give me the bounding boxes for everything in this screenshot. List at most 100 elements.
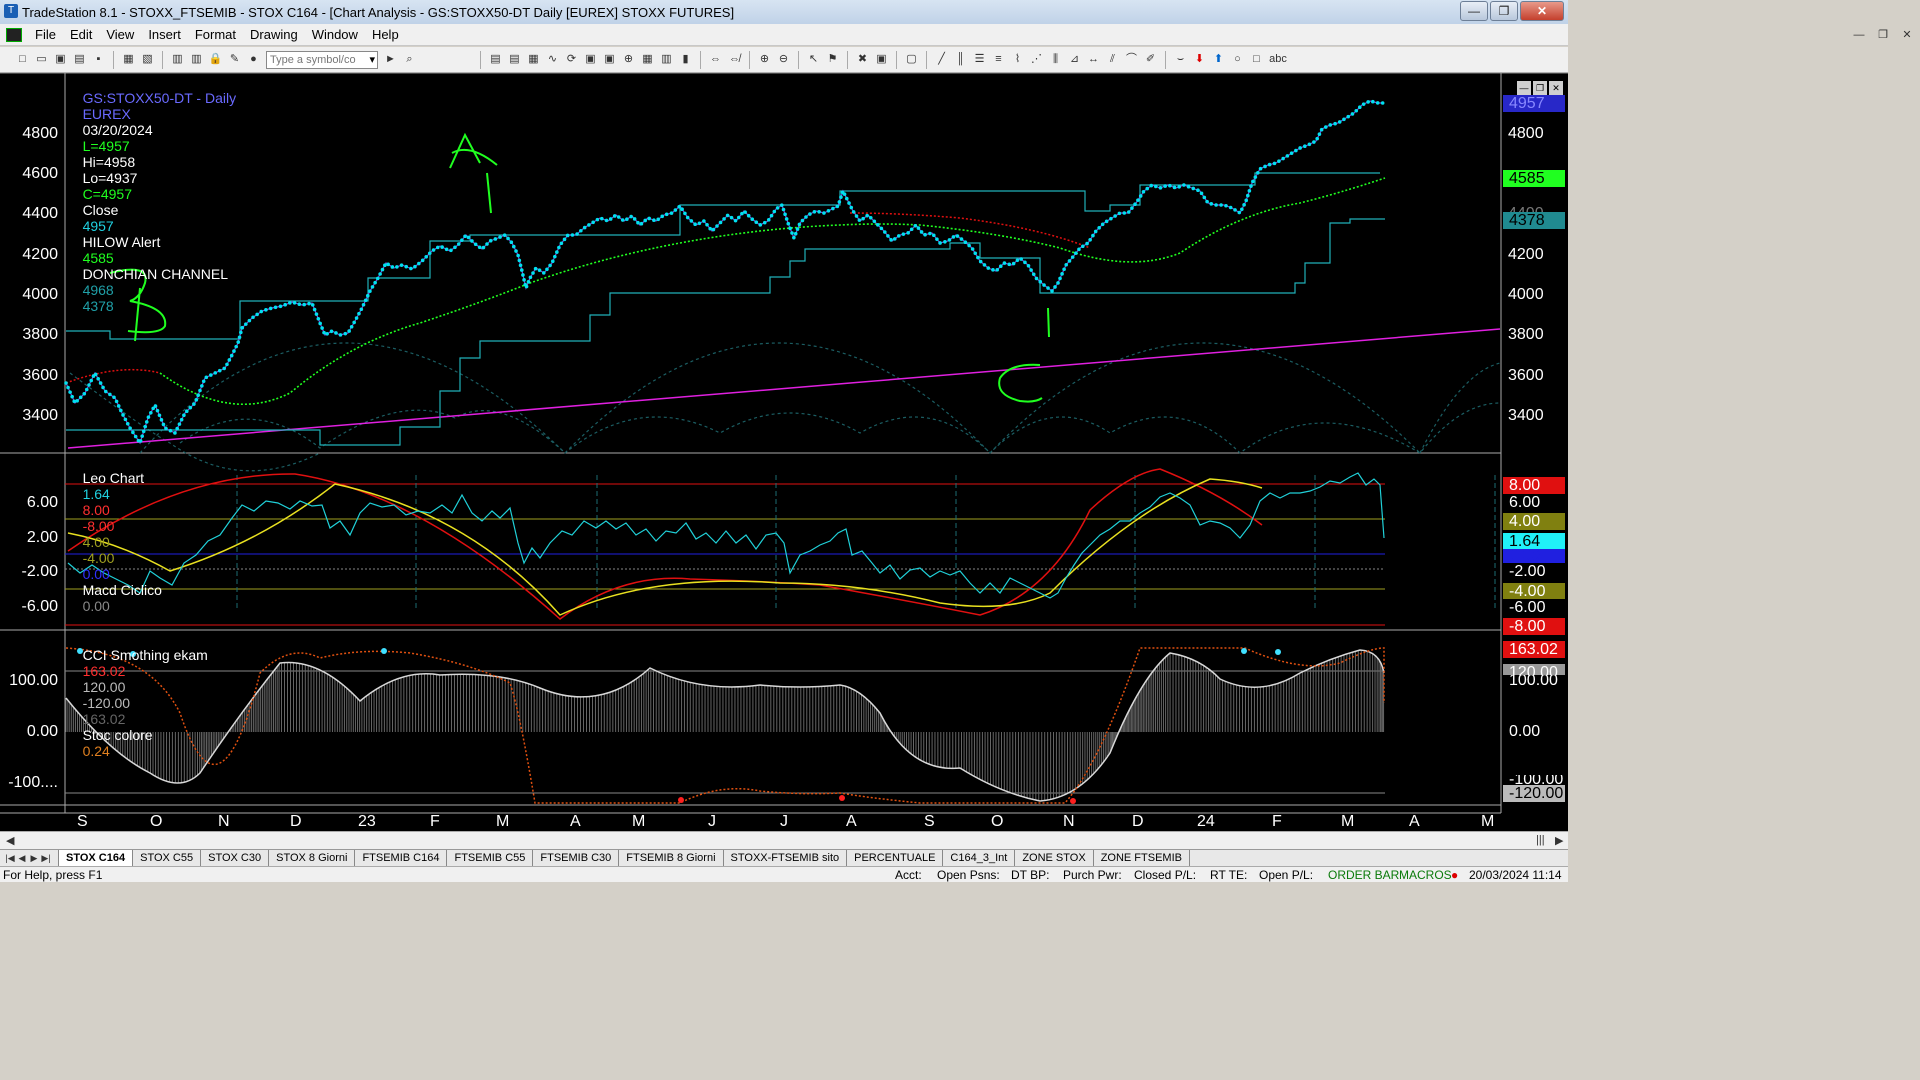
flag-icon[interactable]: ⚑ <box>824 51 841 68</box>
down-arrow-icon[interactable]: ⬇ <box>1191 51 1208 68</box>
up-arrow-icon[interactable]: ⬆ <box>1210 51 1227 68</box>
scroll-thumb[interactable]: ||| <box>1536 834 1545 846</box>
pen-icon[interactable]: ✐ <box>1142 51 1159 68</box>
drawing-icon[interactable]: ✎ <box>226 51 243 68</box>
macd-red-wave <box>67 468 1263 620</box>
format-icon[interactable]: ▤ <box>506 51 523 68</box>
minimize-button[interactable]: — <box>1460 1 1488 21</box>
pointer-icon[interactable]: ↖ <box>805 51 822 68</box>
tab-stoxx-ftsemib-sito[interactable]: STOXX-FTSEMIB sito <box>724 850 848 866</box>
channel-icon[interactable]: ≡ <box>990 51 1007 68</box>
curve-icon[interactable]: ⌣ <box>1172 51 1189 68</box>
maximize-button[interactable]: ❐ <box>1490 1 1518 21</box>
paste-icon[interactable]: ▤ <box>71 51 88 68</box>
lock-icon[interactable]: 🔒 <box>207 51 224 68</box>
menu-help[interactable]: Help <box>365 27 406 42</box>
menu-drawing[interactable]: Drawing <box>243 27 305 42</box>
matrix-icon[interactable]: ▥ <box>658 51 675 68</box>
tab-first-icon[interactable]: |◀ <box>4 853 16 864</box>
tab-stox-8-giorni[interactable]: STOX 8 Giorni <box>269 850 356 866</box>
mdi-restore-button[interactable]: ❐ <box>1874 27 1892 43</box>
tab-ftsemib-c55[interactable]: FTSEMIB C55 <box>447 850 534 866</box>
bars-icon[interactable]: ▮ <box>677 51 694 68</box>
chart-area[interactable]: GS:STOXX50-DT - Daily EUREX 03/20/2024 L… <box>0 73 1568 850</box>
tab-stox-c164[interactable]: STOX C164 <box>58 850 134 866</box>
workspace-icon[interactable]: ▥ <box>188 51 205 68</box>
print-icon[interactable]: ▦ <box>120 51 137 68</box>
tab-ftsemib-8-giorni[interactable]: FTSEMIB 8 Giorni <box>619 850 724 866</box>
tab-prev-icon[interactable]: ◀ <box>16 853 28 864</box>
open-folder-icon[interactable]: ▭ <box>33 51 50 68</box>
menu-file[interactable]: File <box>28 27 63 42</box>
price-dot <box>1074 251 1078 256</box>
tab-next-icon[interactable]: ▶ <box>28 853 40 864</box>
scroll-left-icon[interactable]: ◀ <box>6 834 14 847</box>
mdi-minimize-button[interactable]: — <box>1850 27 1868 43</box>
tab-ftsemib-c164[interactable]: FTSEMIB C164 <box>355 850 448 866</box>
arc-icon[interactable]: ⌒ <box>1123 51 1140 68</box>
menu-view[interactable]: View <box>99 27 141 42</box>
y-tick-right-4800: 4800 <box>1508 125 1544 142</box>
gann-icon[interactable]: ⫼ <box>1047 51 1064 68</box>
go-arrow-icon[interactable]: ► <box>382 51 399 68</box>
tab-zone-stox[interactable]: ZONE STOX <box>1015 850 1094 866</box>
tab-stox-c30[interactable]: STOX C30 <box>201 850 270 866</box>
new-file-icon[interactable]: □ <box>14 51 31 68</box>
fibonacci-icon[interactable]: ⌇ <box>1009 51 1026 68</box>
chart-icon[interactable]: ▣ <box>873 51 890 68</box>
tab-c164-3-int[interactable]: C164_3_Int <box>943 850 1016 866</box>
text-icon[interactable]: abc <box>1267 51 1289 68</box>
chart-close-button[interactable]: ✕ <box>1549 81 1563 95</box>
ellipse-icon[interactable]: ○ <box>1229 51 1246 68</box>
print-preview-icon[interactable]: ▧ <box>139 51 156 68</box>
symbol-input[interactable]: Type a symbol/co <box>266 50 378 69</box>
chart-minimize-button[interactable]: — <box>1517 81 1531 95</box>
zoom-out-icon[interactable]: ⊖ <box>775 51 792 68</box>
alert-icon[interactable]: ▣ <box>582 51 599 68</box>
scanner-icon[interactable]: ▦ <box>639 51 656 68</box>
radar-icon[interactable]: ⊕ <box>620 51 637 68</box>
save-icon[interactable]: ▪ <box>90 51 107 68</box>
copy-icon[interactable]: ▣ <box>52 51 69 68</box>
tools-icon[interactable]: ✖ <box>854 51 871 68</box>
horizontal-lines-icon[interactable]: ☰ <box>971 51 988 68</box>
global-icon[interactable]: ● <box>245 51 262 68</box>
parallel-icon[interactable]: ⫽ <box>1104 51 1121 68</box>
table-icon[interactable]: ▦ <box>525 51 542 68</box>
strategy-icon[interactable]: ⟳ <box>563 51 580 68</box>
window-icon[interactable]: ▥ <box>169 51 186 68</box>
price-dot <box>1199 191 1204 196</box>
menu-format[interactable]: Format <box>188 27 243 42</box>
status-macros[interactable]: MACROS <box>1399 868 1452 882</box>
scroll-right-icon[interactable]: ▶ <box>1555 834 1563 847</box>
zoom-in-icon[interactable]: ⊕ <box>756 51 773 68</box>
analysis-icon[interactable]: ▣ <box>601 51 618 68</box>
rectangle-icon[interactable]: □ <box>1248 51 1265 68</box>
vertical-lines-icon[interactable]: ║ <box>952 51 969 68</box>
tab-percentuale[interactable]: PERCENTUALE <box>847 850 944 866</box>
close-button[interactable]: ✕ <box>1520 1 1564 21</box>
trendline-icon[interactable]: ╱ <box>933 51 950 68</box>
tab-last-icon[interactable]: ▶| <box>40 853 52 864</box>
menu-window[interactable]: Window <box>305 27 365 42</box>
tab-ftsemib-c30[interactable]: FTSEMIB C30 <box>533 850 620 866</box>
layout-icon[interactable]: ▢ <box>903 51 920 68</box>
symbol-lookup-icon[interactable]: ⌕ <box>401 51 418 68</box>
status-order-bar[interactable]: ORDER BAR <box>1328 868 1399 882</box>
chart-window-icon[interactable] <box>6 27 22 42</box>
bar-compress-icon[interactable]: ⇎ <box>726 51 743 68</box>
tab-stox-c55[interactable]: STOX C55 <box>133 850 202 866</box>
menu-edit[interactable]: Edit <box>63 27 99 42</box>
indicator-icon[interactable]: ∿ <box>544 51 561 68</box>
chart-type-icon[interactable]: ▤ <box>487 51 504 68</box>
bar-spacing-icon[interactable]: ⇔ <box>707 51 724 68</box>
menu-insert[interactable]: Insert <box>141 27 188 42</box>
speed-line-icon[interactable]: ⋰ <box>1028 51 1045 68</box>
price-dot <box>1357 105 1362 110</box>
chart-restore-button[interactable]: ❐ <box>1533 81 1547 95</box>
arrow-both-icon[interactable]: ↔ <box>1085 51 1102 68</box>
mdi-close-button[interactable]: ✕ <box>1898 27 1916 43</box>
tab-zone-ftsemib[interactable]: ZONE FTSEMIB <box>1094 850 1190 866</box>
andrews-icon[interactable]: ⊿ <box>1066 51 1083 68</box>
horizontal-scrollbar[interactable]: ◀ ||| ▶ <box>0 831 1568 849</box>
